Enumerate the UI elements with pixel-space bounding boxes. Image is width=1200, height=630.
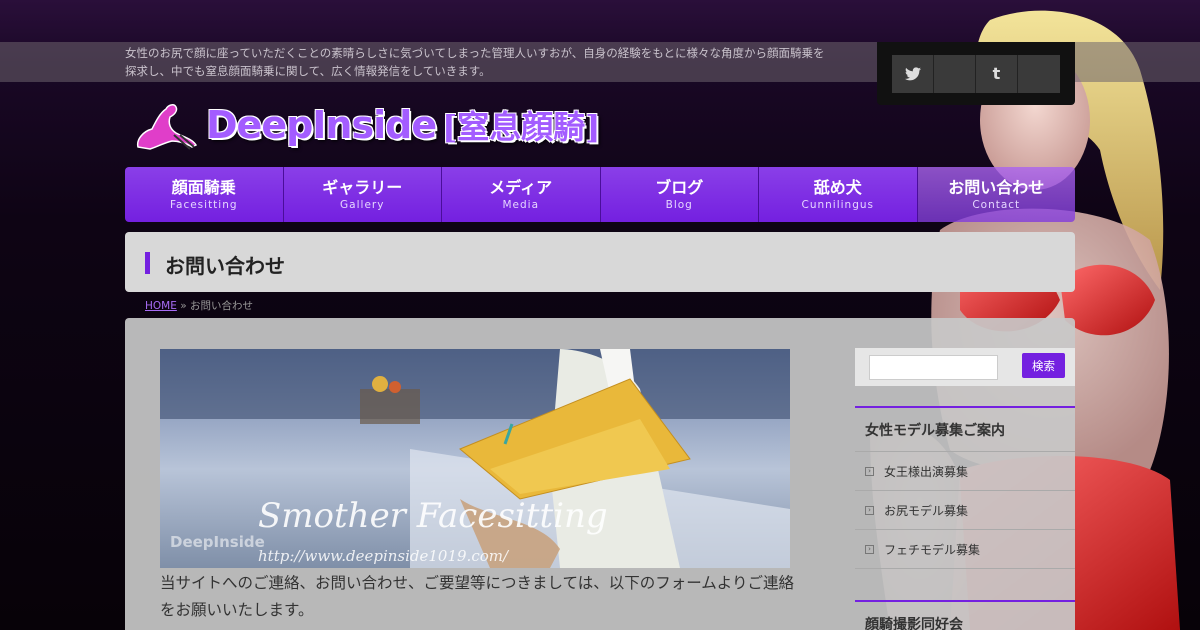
nav-label: ブログ — [655, 177, 704, 197]
hero-watermark: DeepInside — [170, 533, 265, 551]
nav-item-media[interactable]: メディア Media — [442, 167, 601, 222]
tumblr-icon[interactable]: t — [976, 54, 1018, 93]
list-item-label: お尻モデル募集 — [884, 503, 969, 518]
widget-title: 顔騎撮影同好会 — [855, 600, 1075, 630]
search-input[interactable] — [869, 355, 998, 380]
page-title-box: お問い合わせ — [125, 232, 1075, 292]
nav-label: 舐め犬 — [813, 177, 862, 197]
nav-item-gallery[interactable]: ギャラリー Gallery — [283, 167, 442, 222]
hero-url: http://www.deepinside1019.com/ — [258, 547, 510, 565]
search-button[interactable]: 検索 — [1022, 353, 1065, 378]
nav-sublabel: Blog — [665, 198, 693, 211]
nav-item-blog[interactable]: ブログ Blog — [600, 167, 759, 222]
widget-club: 顔騎撮影同好会 — [855, 600, 1075, 630]
breadcrumb-separator: » — [180, 300, 187, 312]
site-tagline: 女性のお尻で顔に座っていただくことの素晴らしさに気づいてしまった管理人いすおが、… — [125, 46, 825, 78]
nav-label: お問い合わせ — [948, 177, 1045, 197]
hero-image: Smother Facesitting http://www.deepinsid… — [160, 349, 790, 568]
breadcrumb: HOME » お問い合わせ — [145, 298, 253, 313]
list-item-label: 女王様出演募集 — [884, 464, 969, 479]
hero-caption: Smother Facesitting — [258, 496, 608, 536]
nav-sublabel: Media — [502, 198, 540, 211]
breadcrumb-home-link[interactable]: HOME — [145, 300, 177, 312]
site-logo[interactable]: DeepInside [窒息顔騎] — [130, 95, 600, 155]
sidebar-search: 検索 — [855, 348, 1075, 386]
contact-intro-text: 当サイトへのご連絡、お問い合わせ、ご要望等につきましては、以下のフォームよりご連… — [160, 574, 794, 619]
nav-sublabel: Contact — [972, 198, 1021, 211]
nav-label: メディア — [489, 177, 553, 197]
chevron-right-icon: › — [865, 544, 874, 554]
widget-title: 女性モデル募集ご案内 — [855, 406, 1075, 452]
logo-text: DeepInside — [206, 103, 437, 147]
list-item[interactable]: › フェチモデル募集 — [855, 530, 1075, 569]
breadcrumb-current: お問い合わせ — [189, 300, 253, 312]
nav-label: 顔面騎乗 — [171, 177, 236, 197]
list-item-label: フェチモデル募集 — [884, 542, 981, 557]
nav-sublabel: Facesitting — [169, 198, 238, 211]
widget-model-recruit: 女性モデル募集ご案内 › 女王様出演募集 › お尻モデル募集 › フェチモデル募… — [855, 406, 1075, 569]
list-item[interactable]: › 女王様出演募集 — [855, 452, 1075, 491]
list-item[interactable]: › お尻モデル募集 — [855, 491, 1075, 530]
nav-item-contact[interactable]: お問い合わせ Contact — [917, 167, 1075, 222]
rss-icon[interactable] — [1018, 54, 1060, 93]
global-nav: 顔面騎乗 Facesitting ギャラリー Gallery メディア Medi… — [125, 167, 1075, 222]
nav-item-facesitting[interactable]: 顔面騎乗 Facesitting — [125, 167, 284, 222]
nav-label: ギャラリー — [322, 177, 403, 197]
logo-subtitle: [窒息顔騎] — [442, 108, 601, 146]
chevron-right-icon: › — [865, 505, 874, 515]
twitter-icon[interactable] — [892, 54, 934, 93]
title-accent-bar — [145, 252, 150, 274]
nav-item-cunnilingus[interactable]: 舐め犬 Cunnilingus — [759, 167, 918, 222]
nav-sublabel: Gallery — [340, 198, 385, 211]
kneeling-figure-logo-icon — [136, 104, 198, 150]
chevron-right-icon: › — [865, 466, 874, 476]
nav-sublabel: Cunnilingus — [801, 198, 874, 211]
page-title: お問い合わせ — [165, 254, 285, 278]
facebook-icon[interactable] — [934, 54, 976, 93]
social-links: t — [877, 42, 1075, 105]
